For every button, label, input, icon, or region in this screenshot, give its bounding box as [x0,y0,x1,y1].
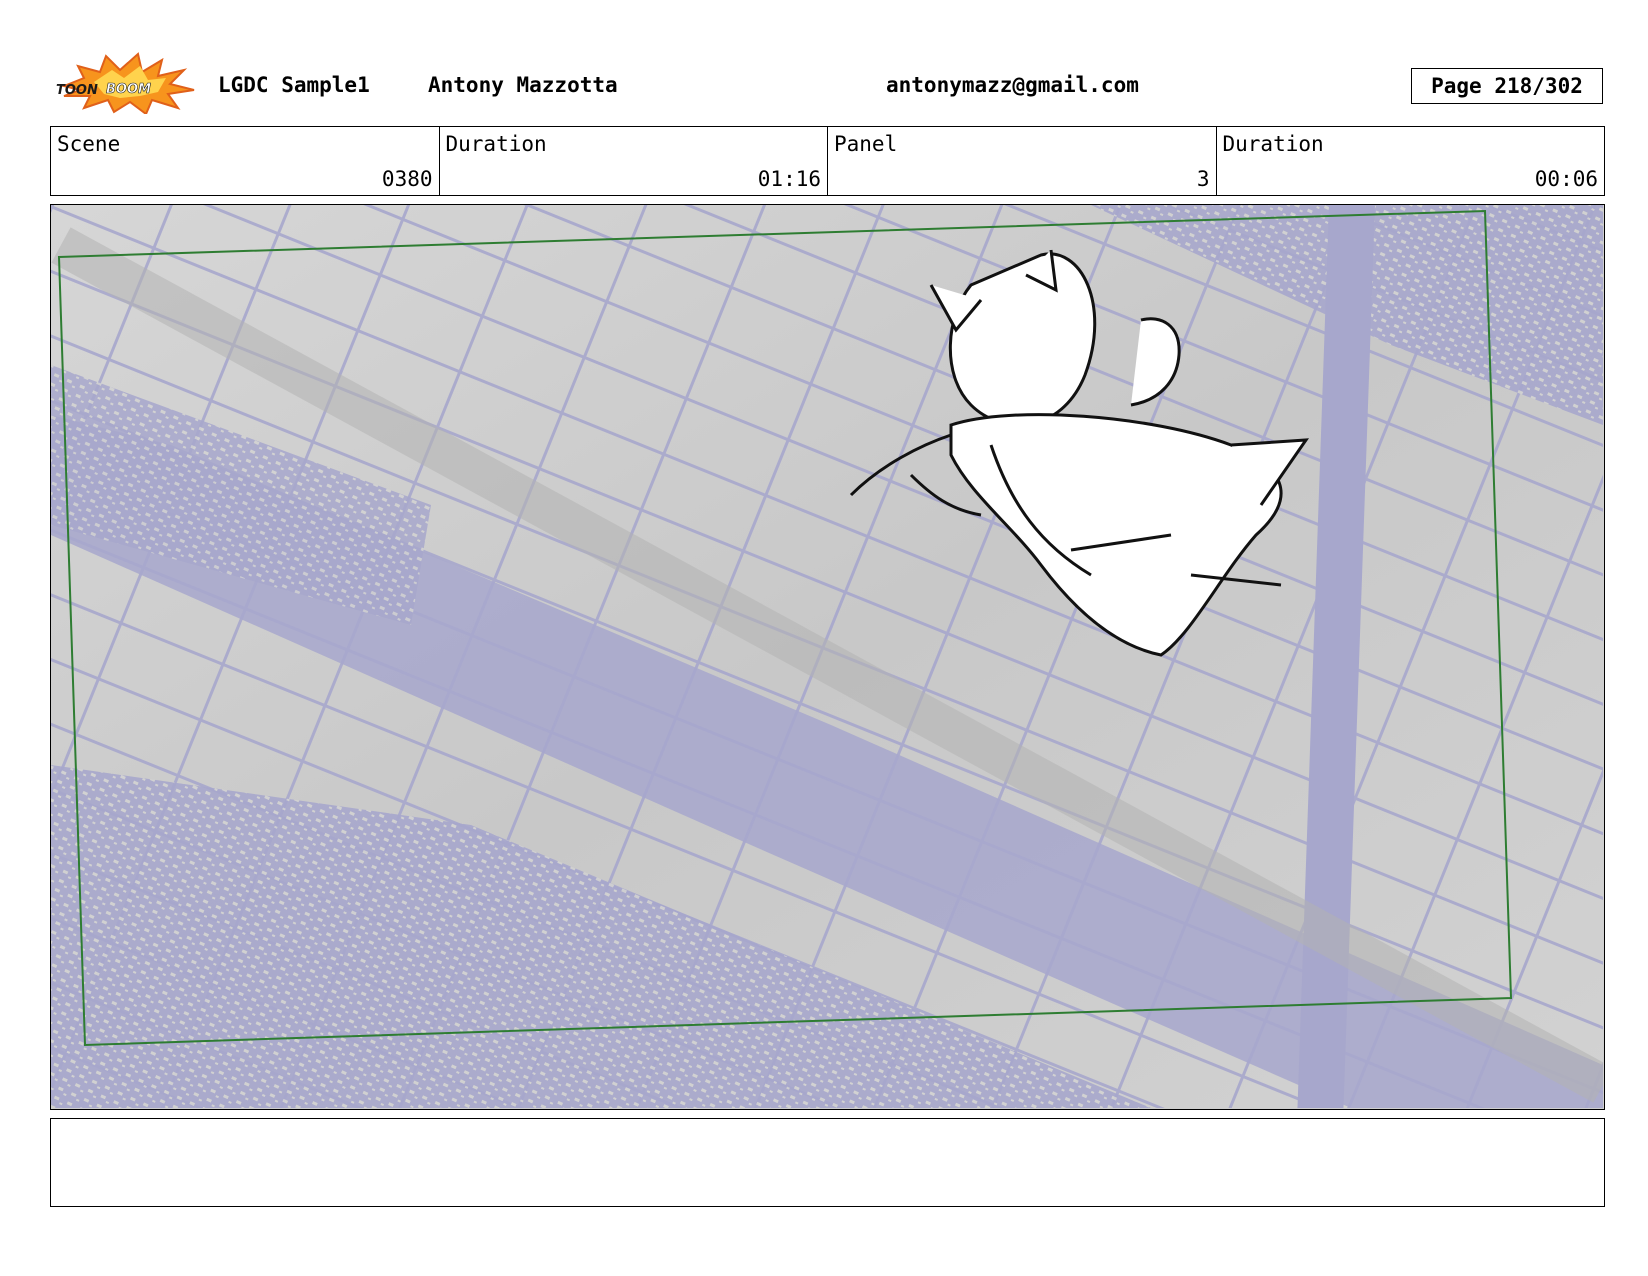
project-title: LGDC Sample1 [218,73,370,97]
storyboard-panel [50,204,1605,1110]
toonboom-logo: TOON BOOM [56,52,195,114]
page-number: 218/302 [1494,74,1583,98]
logo-text-top: TOON [56,83,98,98]
scene-duration-cell: Duration 01:16 [440,127,828,195]
author-name: Antony Mazzotta [428,73,618,97]
page-indicator: Page 218/302 [1411,68,1603,104]
panel-duration-label: Duration [1222,132,1324,156]
panel-artwork [51,205,1603,1108]
scene-duration-label: Duration [445,132,547,156]
panel-label: Panel [834,132,898,156]
panel-cell: Panel 3 [828,127,1217,195]
panel-duration-cell: Duration 00:06 [1217,127,1605,195]
scene-number: 0380 [381,167,433,191]
author-email: antonymazz@gmail.com [886,73,1139,97]
page-label: Page [1431,74,1482,98]
scene-info-row: Scene 0380 Duration 01:16 Panel 3 Durati… [50,126,1605,196]
scene-label: Scene [57,132,121,156]
panel-notes [50,1118,1605,1207]
scene-cell: Scene 0380 [51,127,440,195]
logo-text-bottom: BOOM [106,82,151,97]
scene-duration-value: 01:16 [757,167,821,191]
panel-number: 3 [1196,167,1210,191]
panel-duration-value: 00:06 [1534,167,1598,191]
